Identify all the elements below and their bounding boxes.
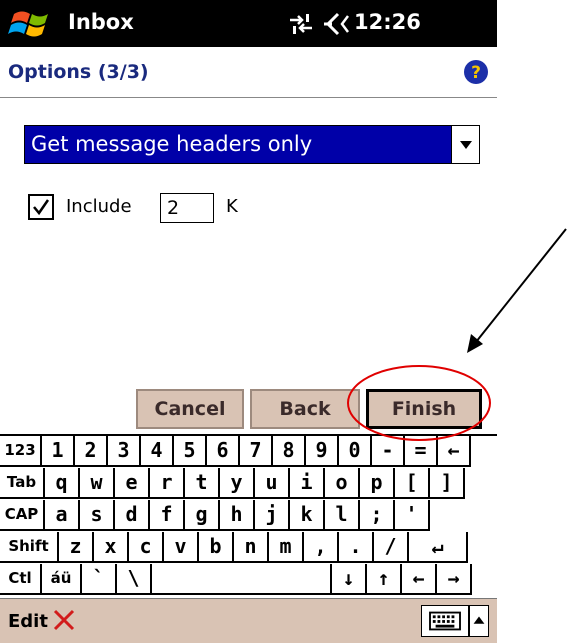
annotation-overlay	[347, 228, 567, 441]
annotation-arrow	[475, 228, 567, 343]
finish-highlight-circle	[347, 365, 491, 441]
